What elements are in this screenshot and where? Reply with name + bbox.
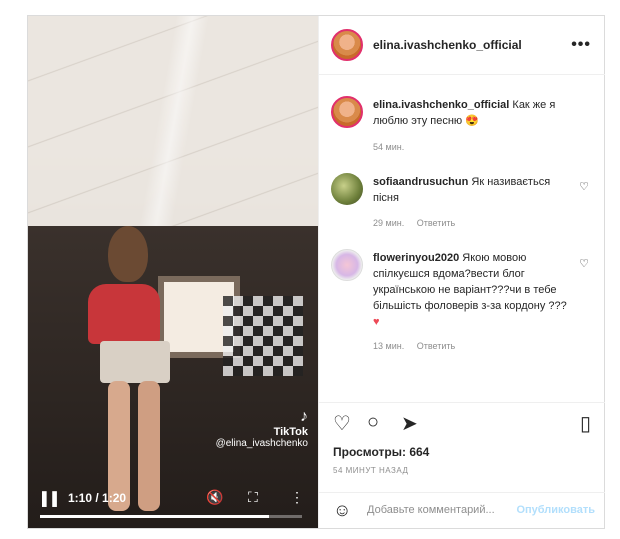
tiktok-brand: TikTok bbox=[273, 426, 308, 438]
fullscreen-icon[interactable]: ⛶ bbox=[248, 489, 258, 506]
tiktok-watermark: ♪ TikTok @elina_ivashchenko bbox=[216, 408, 308, 449]
caption-time: 54 мин. bbox=[373, 142, 405, 152]
views-count[interactable]: Просмотры: 664 bbox=[333, 445, 429, 459]
comment-username[interactable]: flowerinyou2020 bbox=[373, 252, 459, 264]
video-ceiling bbox=[28, 16, 318, 241]
share-icon[interactable]: ➤ bbox=[401, 411, 418, 436]
video-panel bbox=[223, 296, 303, 376]
smile-icon[interactable]: ☺ bbox=[333, 500, 351, 521]
video-player[interactable]: ♪ TikTok @elina_ivashchenko ▌▌ 1:10 / 1:… bbox=[28, 16, 318, 528]
add-comment-bar: ☺ Добавьте комментарий... Опубликовать bbox=[319, 492, 605, 529]
comment-avatar[interactable] bbox=[331, 173, 363, 205]
comment-reply-button[interactable]: Ответить bbox=[417, 341, 455, 351]
caption: elina.ivashchenko_official Как же я любл… bbox=[373, 97, 583, 129]
video-controls: ▌▌ 1:10 / 1:20 🔇 ⛶ ⋮ bbox=[28, 483, 318, 528]
post-details-panel: elina.ivashchenko_official ••• elina.iva… bbox=[318, 16, 605, 528]
red-heart-emoji-icon: ♥ bbox=[373, 316, 380, 328]
post-card: ♪ TikTok @elina_ivashchenko ▌▌ 1:10 / 1:… bbox=[27, 15, 605, 529]
pause-icon[interactable]: ▌▌ bbox=[42, 491, 62, 506]
comment-time: 29 мин. bbox=[373, 218, 405, 228]
comment-reply-button[interactable]: Ответить bbox=[417, 218, 455, 228]
comment-heart-icon[interactable]: ♡ bbox=[579, 180, 589, 193]
comment: flowerinyou2020 Якою мовою спілкуєшся вд… bbox=[373, 250, 568, 330]
video-progress-bar[interactable] bbox=[40, 515, 302, 518]
post-actions: ♡ ○ ➤ ▯ Просмотры: 664 54 МИНУТ НАЗАД bbox=[319, 402, 605, 493]
bookmark-icon[interactable]: ▯ bbox=[580, 411, 591, 436]
publish-button[interactable]: Опубликовать bbox=[516, 504, 595, 516]
heart-eyes-emoji-icon: 😍 bbox=[465, 115, 479, 127]
tiktok-handle: @elina_ivashchenko bbox=[215, 438, 308, 449]
heart-icon[interactable]: ♡ bbox=[333, 411, 351, 436]
comment-meta: 13 мин. Ответить bbox=[373, 341, 465, 351]
post-time-ago: 54 МИНУТ НАЗАД bbox=[333, 466, 409, 475]
caption-username[interactable]: elina.ivashchenko_official bbox=[373, 99, 509, 111]
video-time: 1:10 / 1:20 bbox=[68, 491, 127, 505]
comment-heart-icon[interactable]: ♡ bbox=[579, 257, 589, 270]
more-icon[interactable]: ••• bbox=[571, 36, 591, 54]
comment-input[interactable]: Добавьте комментарий... bbox=[367, 504, 495, 516]
mute-icon[interactable]: 🔇 bbox=[206, 489, 223, 506]
comment-meta: 29 мин. Ответить bbox=[373, 218, 465, 228]
video-person-head bbox=[108, 226, 148, 282]
post-header: elina.ivashchenko_official ••• bbox=[319, 16, 605, 75]
avatar[interactable] bbox=[331, 29, 363, 61]
caption-meta: 54 мин. bbox=[373, 142, 414, 152]
tiktok-logo-icon: ♪ bbox=[300, 408, 308, 425]
comment-username[interactable]: sofiaandrusuchun bbox=[373, 176, 468, 188]
video-person-shirt bbox=[88, 284, 160, 344]
post-username[interactable]: elina.ivashchenko_official bbox=[373, 38, 522, 52]
caption-avatar[interactable] bbox=[331, 96, 363, 128]
comment-icon[interactable]: ○ bbox=[367, 411, 379, 434]
video-progress-fill bbox=[40, 515, 270, 518]
comment: sofiaandrusuchun Як називається пісня bbox=[373, 174, 568, 206]
video-person-shorts bbox=[100, 341, 170, 383]
comment-time: 13 мин. bbox=[373, 341, 405, 351]
comment-avatar[interactable] bbox=[331, 249, 363, 281]
video-more-icon[interactable]: ⋮ bbox=[290, 489, 304, 506]
